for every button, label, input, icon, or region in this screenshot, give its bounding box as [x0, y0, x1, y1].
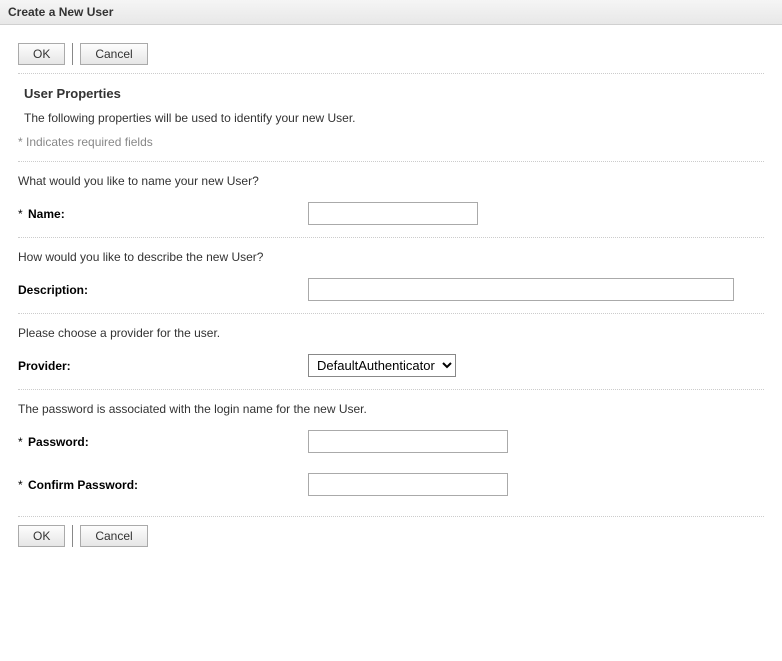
- cancel-button[interactable]: Cancel: [80, 43, 147, 65]
- ok-button[interactable]: OK: [18, 525, 65, 547]
- name-input[interactable]: [308, 202, 478, 225]
- name-prompt: What would you like to name your new Use…: [18, 174, 764, 188]
- provider-select-wrap: DefaultAuthenticator: [308, 354, 456, 377]
- name-label: * Name:: [18, 207, 308, 221]
- password-label: * Password:: [18, 435, 308, 449]
- confirm-password-input[interactable]: [308, 473, 508, 496]
- name-row: * Name:: [18, 202, 764, 225]
- top-button-row: OK Cancel: [18, 35, 764, 74]
- section-header: User Properties: [18, 74, 764, 107]
- required-asterisk: *: [18, 207, 23, 221]
- password-group: The password is associated with the logi…: [18, 390, 764, 508]
- name-group: What would you like to name your new Use…: [18, 162, 764, 238]
- button-divider: [72, 525, 73, 547]
- page-title: Create a New User: [8, 5, 113, 19]
- password-prompt: The password is associated with the logi…: [18, 402, 764, 416]
- confirm-password-label-text: Confirm Password:: [28, 478, 138, 492]
- confirm-password-row: * Confirm Password:: [18, 473, 764, 496]
- description-row: Description:: [18, 278, 764, 301]
- provider-row: Provider: DefaultAuthenticator: [18, 354, 764, 377]
- provider-select[interactable]: DefaultAuthenticator: [308, 354, 456, 377]
- cancel-button[interactable]: Cancel: [80, 525, 147, 547]
- confirm-password-label: * Confirm Password:: [18, 478, 308, 492]
- description-group: How would you like to describe the new U…: [18, 238, 764, 314]
- content-area: OK Cancel User Properties The following …: [0, 25, 782, 565]
- provider-group: Please choose a provider for the user. P…: [18, 314, 764, 390]
- button-divider: [72, 43, 73, 65]
- bottom-button-row: OK Cancel: [18, 516, 764, 555]
- section-title: User Properties: [24, 86, 764, 101]
- password-label-text: Password:: [28, 435, 89, 449]
- provider-prompt: Please choose a provider for the user.: [18, 326, 764, 340]
- provider-label: Provider:: [18, 359, 308, 373]
- title-bar: Create a New User: [0, 0, 782, 25]
- name-label-text: Name:: [28, 207, 65, 221]
- section-description: The following properties will be used to…: [18, 107, 764, 131]
- ok-button[interactable]: OK: [18, 43, 65, 65]
- description-prompt: How would you like to describe the new U…: [18, 250, 764, 264]
- required-asterisk: *: [18, 435, 23, 449]
- description-input[interactable]: [308, 278, 734, 301]
- password-input[interactable]: [308, 430, 508, 453]
- description-label: Description:: [18, 283, 308, 297]
- required-fields-note: * Indicates required fields: [18, 131, 764, 162]
- required-asterisk: *: [18, 478, 23, 492]
- password-row: * Password:: [18, 430, 764, 453]
